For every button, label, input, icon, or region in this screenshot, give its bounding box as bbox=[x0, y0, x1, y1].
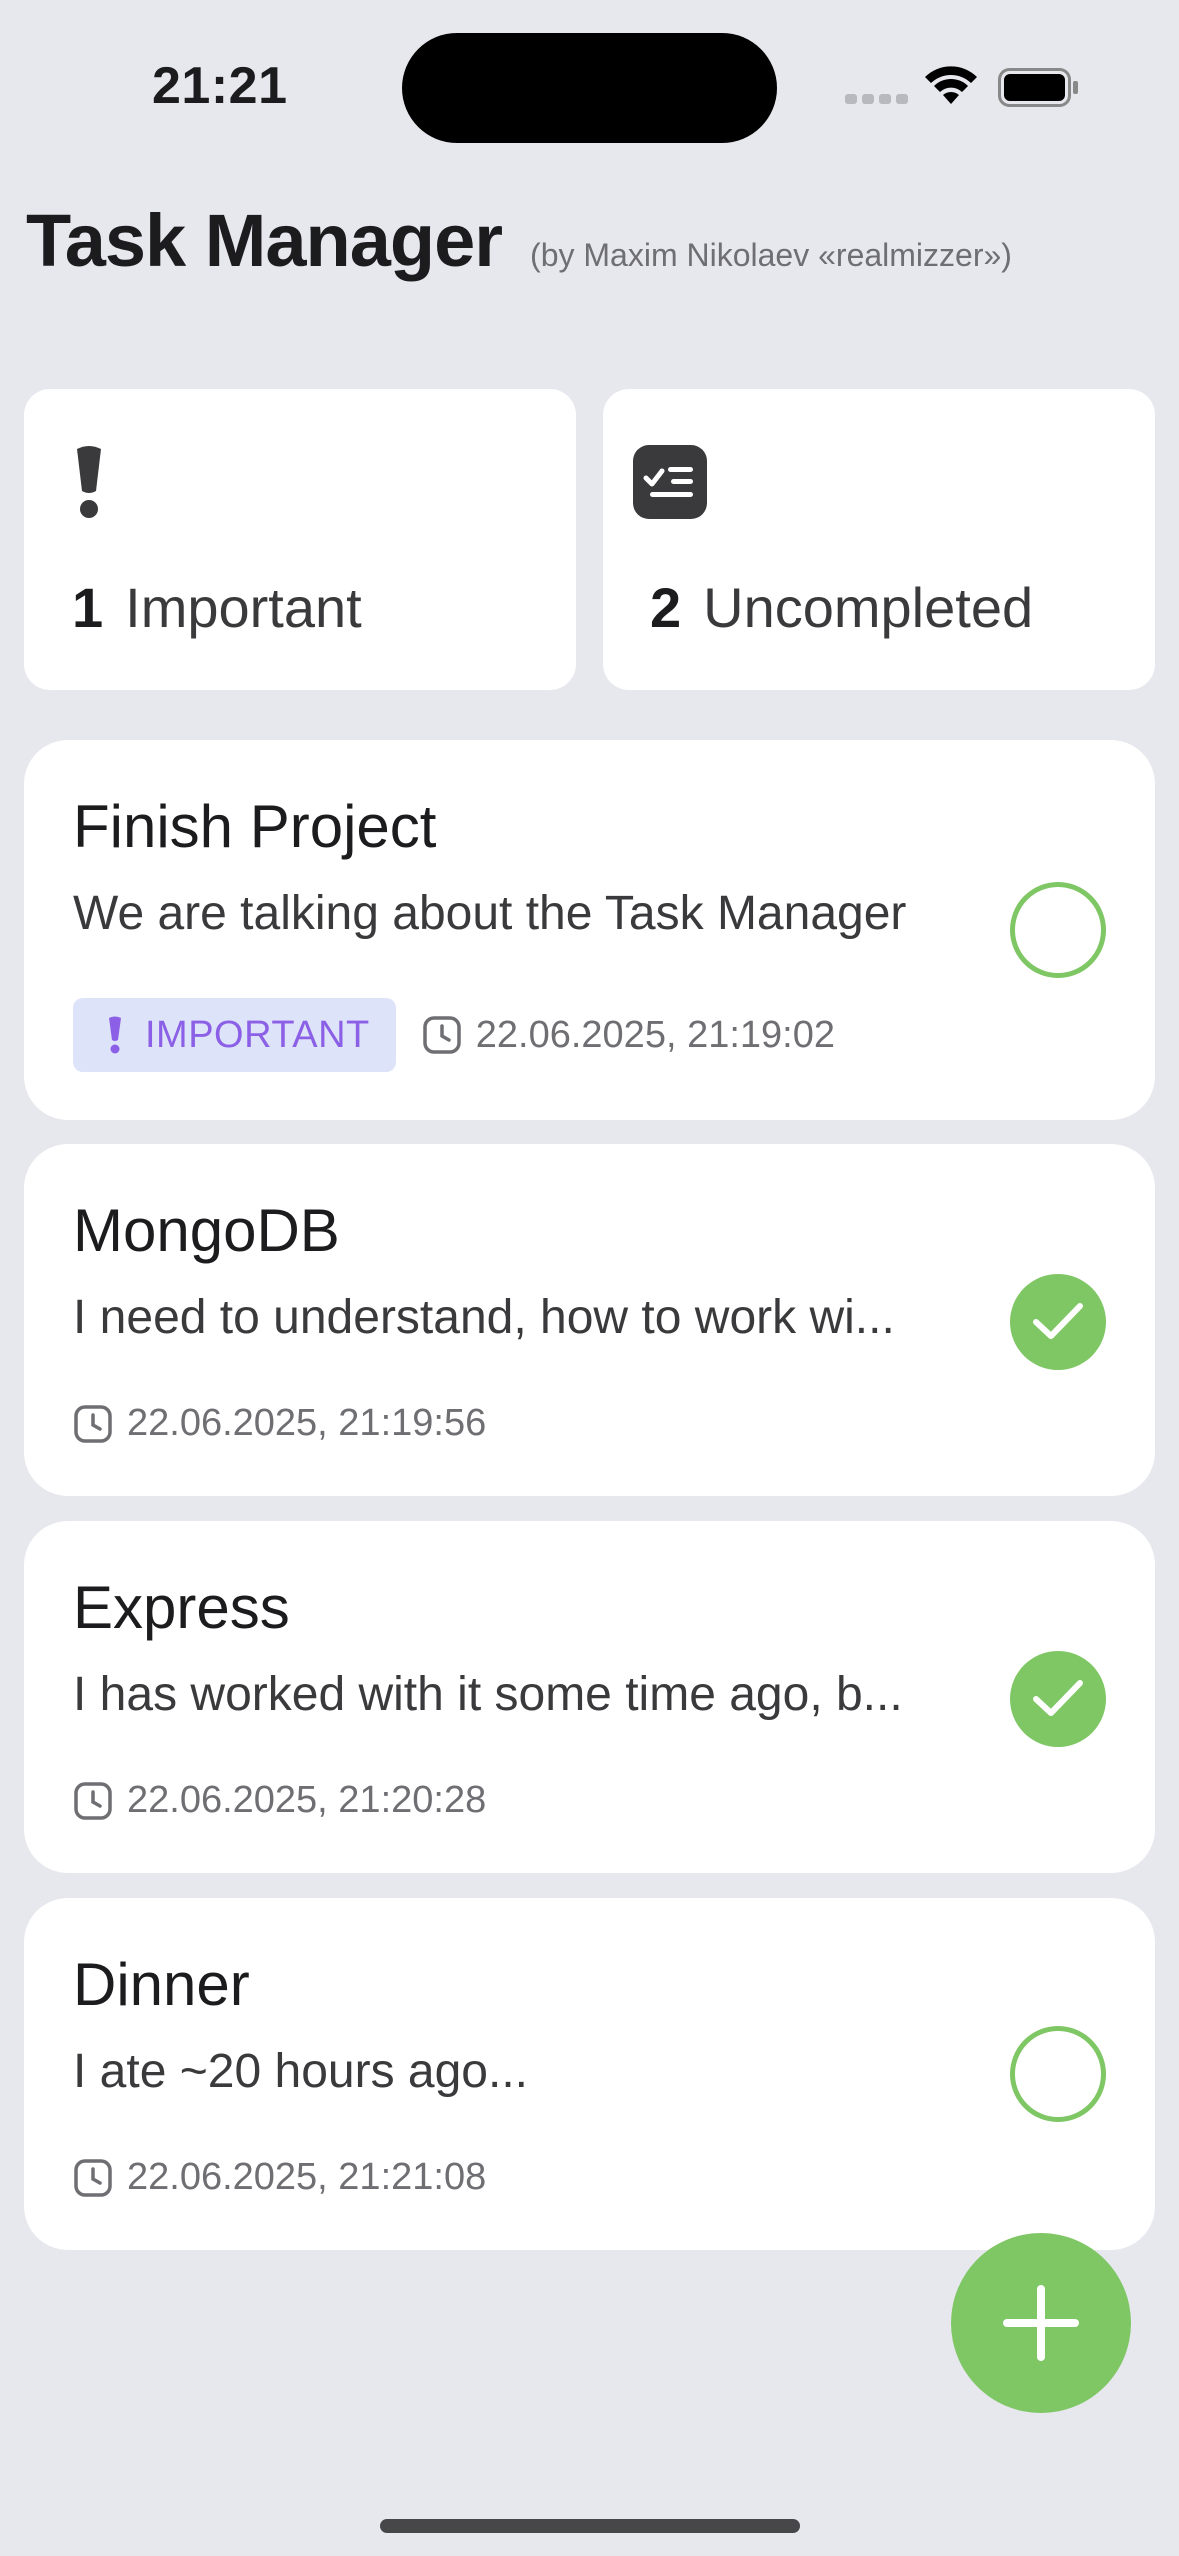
task-description: We are talking about the Task Manager bbox=[73, 887, 907, 940]
complete-toggle-button[interactable] bbox=[1010, 882, 1106, 978]
task-title: Finish Project bbox=[73, 793, 437, 860]
task-card[interactable]: Express I has worked with it some time a… bbox=[24, 1521, 1155, 1873]
task-description: I has worked with it some time ago, b... bbox=[73, 1668, 903, 1721]
task-description: I need to understand, how to work wi... bbox=[73, 1291, 895, 1344]
task-title: Dinner bbox=[73, 1951, 250, 2018]
add-task-button[interactable] bbox=[951, 2233, 1131, 2413]
home-indicator[interactable] bbox=[380, 2519, 800, 2533]
battery-icon bbox=[998, 68, 1080, 113]
exclamation-icon bbox=[107, 1016, 123, 1054]
clock-icon bbox=[73, 2158, 113, 2198]
task-date: 22.06.2025, 21:20:28 bbox=[127, 1779, 487, 1821]
task-description: I ate ~20 hours ago... bbox=[73, 2045, 528, 2098]
task-date: 22.06.2025, 21:19:02 bbox=[475, 1013, 835, 1056]
important-label: Important bbox=[125, 576, 362, 639]
page-title: Task Manager bbox=[26, 199, 503, 282]
checklist-icon bbox=[633, 445, 707, 524]
header: Task Manager (by Maxim Nikolaev «realmiz… bbox=[26, 198, 1012, 283]
clock-icon bbox=[73, 1404, 113, 1444]
complete-toggle-button[interactable] bbox=[1010, 1274, 1106, 1370]
status-time: 21:21 bbox=[152, 57, 288, 115]
cellular-signal-icon bbox=[845, 94, 908, 104]
checkmark-icon bbox=[1033, 1680, 1083, 1716]
important-badge-label: IMPORTANT bbox=[145, 1013, 370, 1056]
important-filter-card[interactable]: 1 Important bbox=[24, 389, 576, 690]
task-card[interactable]: Dinner I ate ~20 hours ago... 22.06.2025… bbox=[24, 1898, 1155, 2250]
clock-icon bbox=[422, 1015, 462, 1055]
task-title: Express bbox=[73, 1574, 290, 1641]
task-date: 22.06.2025, 21:19:56 bbox=[127, 1402, 487, 1444]
important-count: 1 bbox=[72, 576, 104, 639]
complete-toggle-button[interactable] bbox=[1010, 1651, 1106, 1747]
task-title: MongoDB bbox=[73, 1197, 340, 1264]
dynamic-island bbox=[402, 33, 777, 143]
uncompleted-label: Uncompleted bbox=[703, 576, 1034, 639]
important-badge: IMPORTANT bbox=[73, 998, 396, 1072]
task-date: 22.06.2025, 21:21:08 bbox=[127, 2156, 487, 2198]
wifi-icon bbox=[924, 66, 978, 111]
plus-icon bbox=[1003, 2285, 1079, 2361]
uncompleted-filter-card[interactable]: 2 Uncompleted bbox=[603, 389, 1155, 690]
complete-toggle-button[interactable] bbox=[1010, 2026, 1106, 2122]
checkmark-icon bbox=[1033, 1303, 1083, 1339]
task-card[interactable]: MongoDB I need to understand, how to wor… bbox=[24, 1144, 1155, 1496]
clock-icon bbox=[73, 1781, 113, 1821]
uncompleted-count: 2 bbox=[650, 576, 682, 639]
page-subtitle: (by Maxim Nikolaev «realmizzer») bbox=[530, 237, 1012, 273]
task-card[interactable]: Finish Project We are talking about the … bbox=[24, 740, 1155, 1120]
exclamation-icon bbox=[72, 445, 106, 524]
